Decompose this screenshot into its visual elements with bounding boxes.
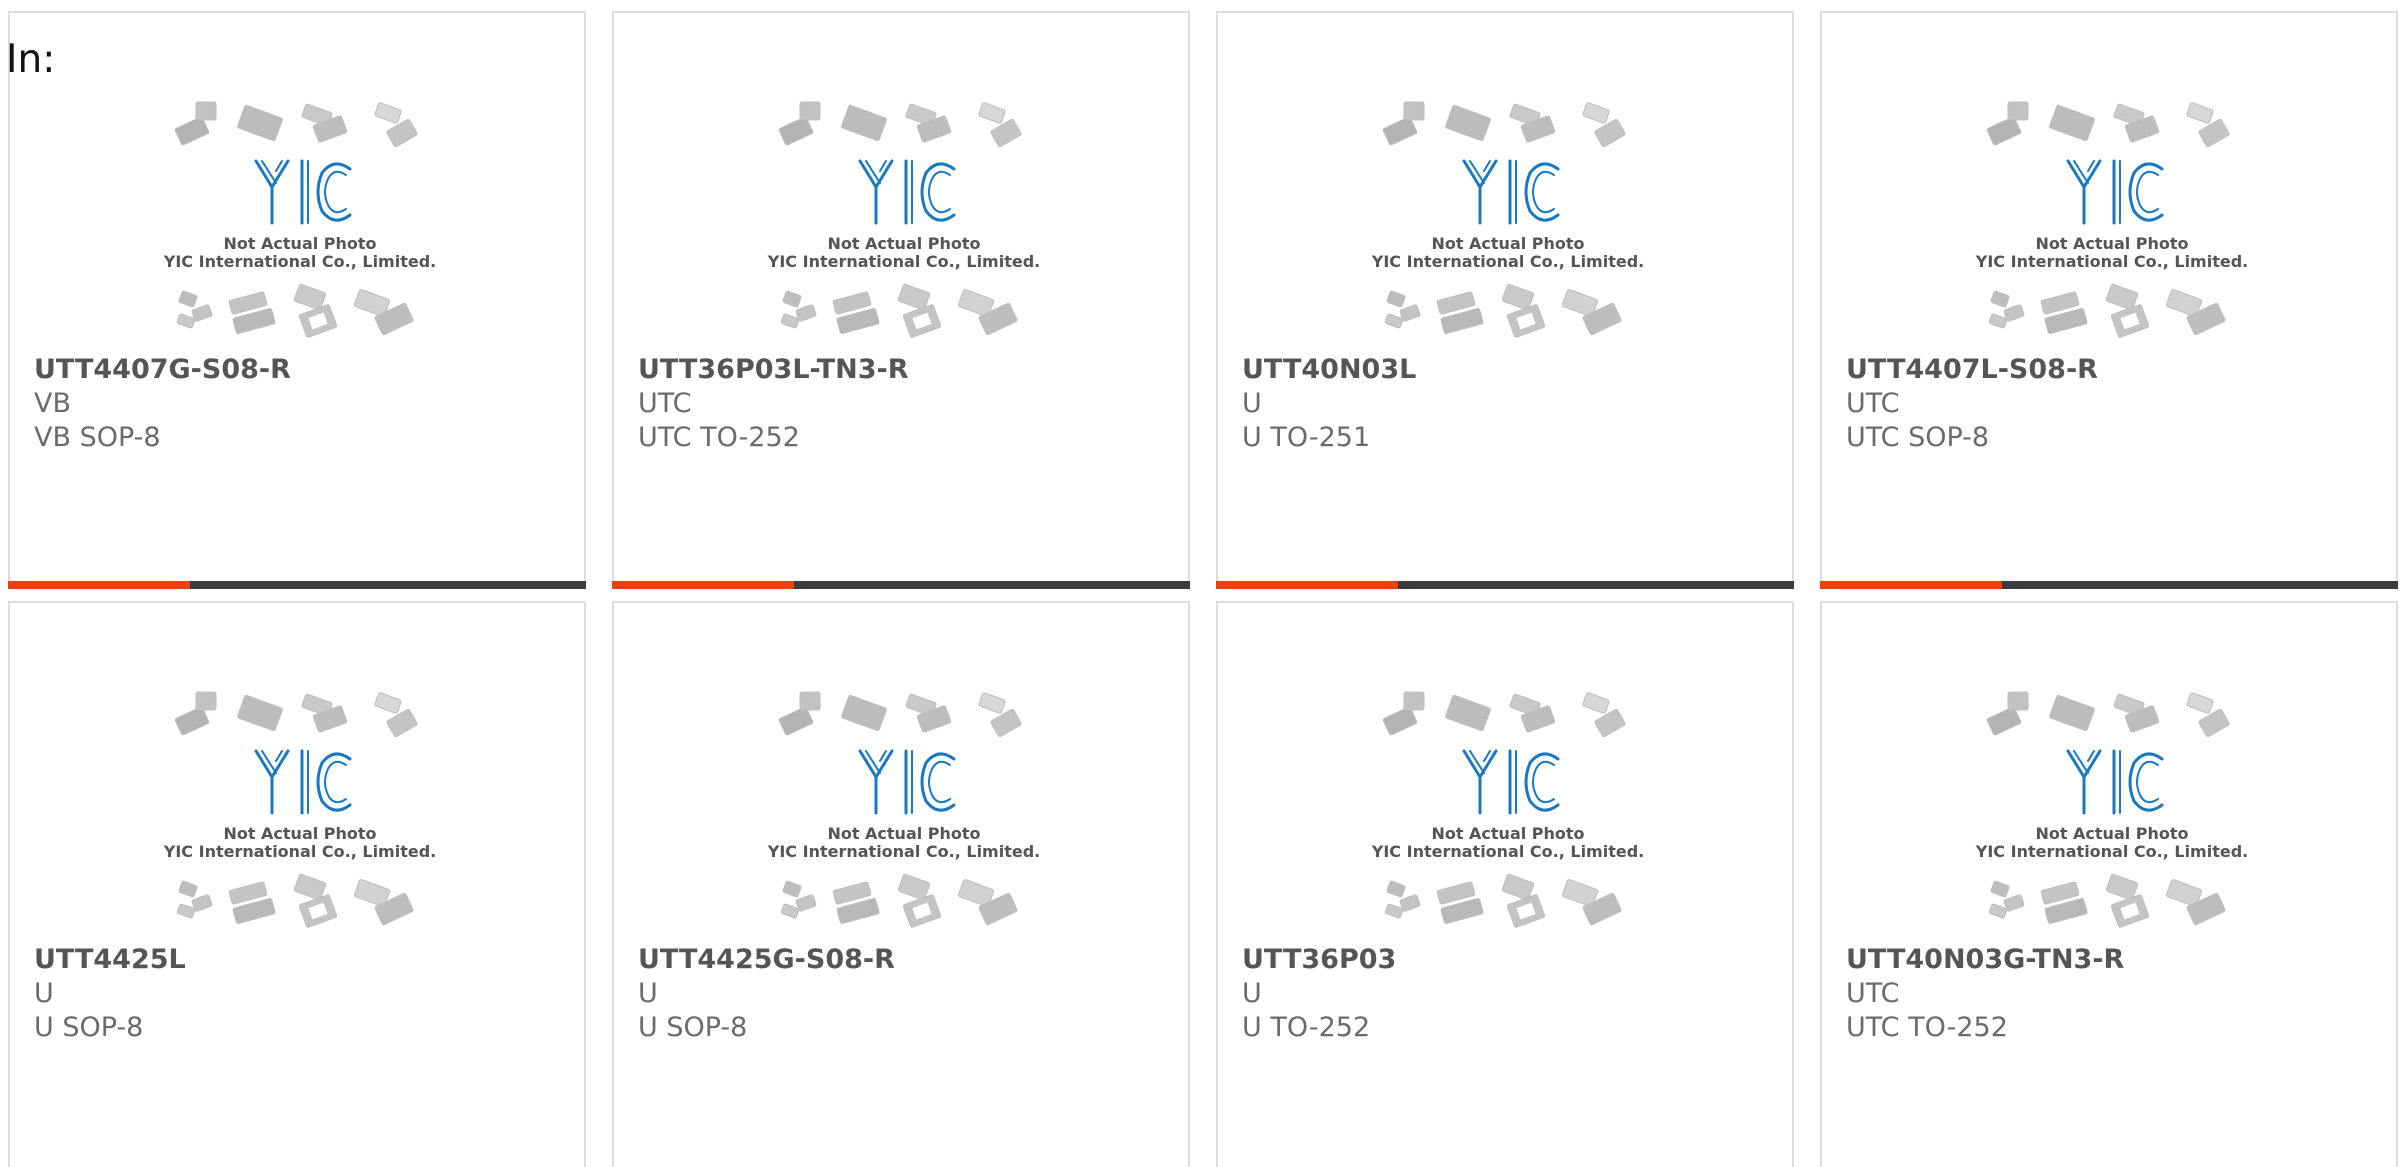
svg-text:YIC International Co., Limited: YIC International Co., Limited.: [1975, 252, 2248, 271]
svg-text:YIC International Co., Limited: YIC International Co., Limited.: [1975, 842, 2248, 861]
card-bottom-bar: [8, 581, 586, 589]
product-info: UTT40N03G-TN3-R UTC UTC TO-252: [1846, 943, 2380, 1045]
package: UTC TO-252: [638, 422, 800, 453]
product-image: Not Actual Photo YIC International Co., L…: [1974, 99, 2250, 355]
part-number[interactable]: UTT36P03L-TN3-R: [638, 353, 1172, 387]
manufacturer: U: [34, 978, 54, 1009]
package: VB SOP-8: [34, 422, 161, 453]
part-number[interactable]: UTT36P03: [1242, 943, 1776, 977]
part-number[interactable]: UTT4425L: [34, 943, 568, 977]
product-info: UTT4407G-S08-R VB VB SOP-8: [34, 353, 568, 455]
svg-text:Not Actual Photo: Not Actual Photo: [827, 234, 980, 253]
product-info: UTT4407L-S08-R UTC UTC SOP-8: [1846, 353, 2380, 455]
package: U TO-252: [1242, 1012, 1371, 1043]
svg-text:Not Actual Photo: Not Actual Photo: [223, 234, 376, 253]
product-card[interactable]: Not Actual Photo YIC International Co., L…: [1820, 601, 2398, 1167]
manufacturer: VB: [34, 388, 71, 419]
manufacturer: UTC: [1846, 388, 1900, 419]
card-bottom-bar: [612, 581, 1190, 589]
in-label: In:: [6, 37, 56, 82]
manufacturer: U: [1242, 978, 1262, 1009]
product-card[interactable]: Not Actual Photo YIC International Co., L…: [612, 11, 1190, 589]
product-card[interactable]: Not Actual Photo YIC International Co., L…: [8, 601, 586, 1167]
product-info: UTT4425G-S08-R U U SOP-8: [638, 943, 1172, 1045]
yic-logo: [1462, 749, 1560, 815]
yic-logo: [858, 159, 956, 225]
product-grid: Not Actual Photo YIC International Co., L…: [8, 11, 2398, 1167]
svg-text:YIC International Co., Limited: YIC International Co., Limited.: [163, 842, 436, 861]
yic-logo: [1462, 159, 1560, 225]
package: U SOP-8: [638, 1012, 748, 1043]
card-bar-accent: [612, 581, 794, 589]
manufacturer: U: [1242, 388, 1262, 419]
product-info: UTT40N03L U U TO-251: [1242, 353, 1776, 455]
manufacturer: UTC: [638, 388, 692, 419]
page: In: Not Actual Photo YIC International Co…: [0, 0, 2400, 1167]
package: U SOP-8: [34, 1012, 144, 1043]
svg-text:Not Actual Photo: Not Actual Photo: [1431, 234, 1584, 253]
yic-logo: [254, 159, 352, 225]
yic-logo: [2066, 159, 2164, 225]
product-image: Not Actual Photo YIC International Co., L…: [1370, 99, 1646, 355]
product-card[interactable]: Not Actual Photo YIC International Co., L…: [1216, 11, 1794, 589]
svg-text:Not Actual Photo: Not Actual Photo: [2035, 824, 2188, 843]
card-bar-accent: [1820, 581, 2002, 589]
svg-text:YIC International Co., Limited: YIC International Co., Limited.: [1371, 252, 1644, 271]
product-card[interactable]: Not Actual Photo YIC International Co., L…: [8, 11, 586, 589]
card-bar-accent: [8, 581, 190, 589]
product-card[interactable]: Not Actual Photo YIC International Co., L…: [612, 601, 1190, 1167]
yic-logo: [2066, 749, 2164, 815]
manufacturer: UTC: [1846, 978, 1900, 1009]
product-image: Not Actual Photo YIC International Co., L…: [766, 689, 1042, 945]
package: U TO-251: [1242, 422, 1371, 453]
package: UTC TO-252: [1846, 1012, 2008, 1043]
card-bar-accent: [1216, 581, 1398, 589]
part-number[interactable]: UTT40N03L: [1242, 353, 1776, 387]
product-info: UTT4425L U U SOP-8: [34, 943, 568, 1045]
svg-text:Not Actual Photo: Not Actual Photo: [2035, 234, 2188, 253]
part-number[interactable]: UTT4407G-S08-R: [34, 353, 568, 387]
yic-logo: [858, 749, 956, 815]
svg-text:YIC International Co., Limited: YIC International Co., Limited.: [767, 842, 1040, 861]
card-bottom-bar: [1820, 581, 2398, 589]
svg-text:Not Actual Photo: Not Actual Photo: [1431, 824, 1584, 843]
part-number[interactable]: UTT4407L-S08-R: [1846, 353, 2380, 387]
product-card[interactable]: Not Actual Photo YIC International Co., L…: [1820, 11, 2398, 589]
package: UTC SOP-8: [1846, 422, 1990, 453]
svg-text:Not Actual Photo: Not Actual Photo: [223, 824, 376, 843]
svg-text:Not Actual Photo: Not Actual Photo: [827, 824, 980, 843]
yic-logo: [254, 749, 352, 815]
product-image: Not Actual Photo YIC International Co., L…: [1974, 689, 2250, 945]
part-number[interactable]: UTT40N03G-TN3-R: [1846, 943, 2380, 977]
product-card[interactable]: Not Actual Photo YIC International Co., L…: [1216, 601, 1794, 1167]
product-info: UTT36P03L-TN3-R UTC UTC TO-252: [638, 353, 1172, 455]
svg-text:YIC International Co., Limited: YIC International Co., Limited.: [1371, 842, 1644, 861]
product-image: Not Actual Photo YIC International Co., L…: [162, 689, 438, 945]
card-bottom-bar: [1216, 581, 1794, 589]
part-number[interactable]: UTT4425G-S08-R: [638, 943, 1172, 977]
product-image: Not Actual Photo YIC International Co., L…: [162, 99, 438, 355]
product-image: Not Actual Photo YIC International Co., L…: [1370, 689, 1646, 945]
product-image: Not Actual Photo YIC International Co., L…: [766, 99, 1042, 355]
svg-text:YIC International Co., Limited: YIC International Co., Limited.: [767, 252, 1040, 271]
product-info: UTT36P03 U U TO-252: [1242, 943, 1776, 1045]
svg-text:YIC International Co., Limited: YIC International Co., Limited.: [163, 252, 436, 271]
manufacturer: U: [638, 978, 658, 1009]
